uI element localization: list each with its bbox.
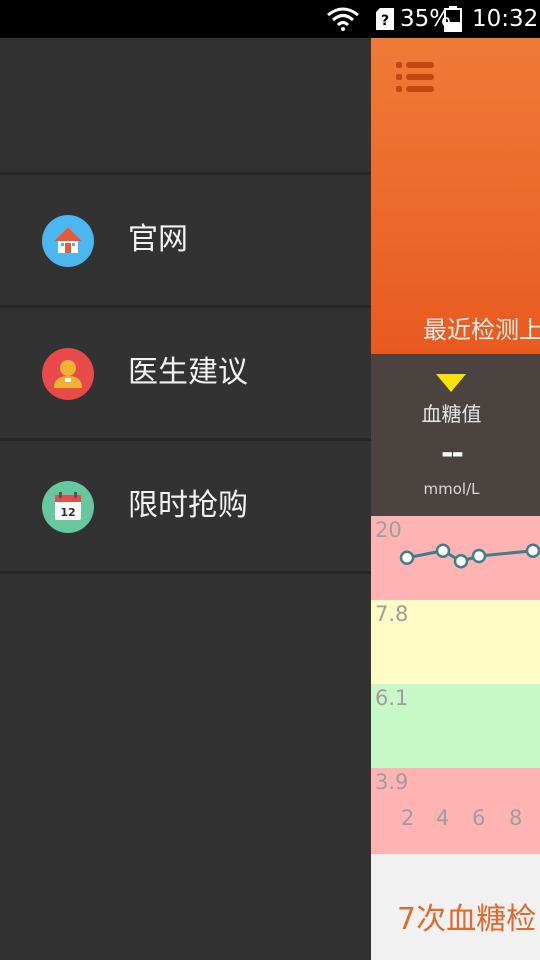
drawer-item-flash-sale[interactable]: 12 限时抢购	[0, 441, 371, 574]
test-count-card[interactable]: 7次血糖检	[371, 854, 540, 960]
reading-panel: 血糖值 -- mmol/L	[371, 354, 540, 516]
wifi-icon	[327, 7, 359, 31]
battery-icon	[444, 6, 462, 32]
app-screen: 官网 医生建议 12 限时抢购 最近检测上 血糖值 -- mmol/L 20 7…	[0, 38, 540, 960]
drawer-item-label: 官网	[128, 222, 188, 257]
main-content: 最近检测上 血糖值 -- mmol/L 20 7.8 6.1 3.9 2 4 6…	[371, 38, 540, 960]
glucose-data-point	[471, 548, 487, 564]
glucose-data-point	[453, 554, 469, 569]
glucose-data-point	[399, 550, 415, 565]
recent-test-text: 最近检测上	[423, 316, 540, 344]
drawer-header	[0, 38, 371, 175]
status-bar: ? 35% 10:32	[0, 0, 540, 38]
test-count-text: 7次血糖检	[397, 902, 537, 937]
selector-triangle-icon	[436, 374, 466, 392]
drawer-item-doctor-advice[interactable]: 医生建议	[0, 308, 371, 441]
calendar-icon: 12	[42, 481, 94, 533]
drawer-item-label: 医生建议	[128, 355, 248, 390]
glucose-data-point	[435, 543, 451, 558]
glucose-chart: 20 7.8 6.1 3.9 2 4 6 8	[371, 516, 540, 854]
list-menu-icon[interactable]	[396, 60, 434, 94]
calendar-day: 12	[60, 506, 75, 519]
reading-name: 血糖值	[421, 402, 482, 426]
drawer-item-label: 限时抢购	[128, 488, 248, 523]
navigation-drawer: 官网 医生建议 12 限时抢购	[0, 38, 371, 960]
reading-value: --	[441, 436, 464, 471]
svg-text:?: ?	[381, 13, 389, 29]
drawer-item-official-site[interactable]: 官网	[0, 175, 371, 308]
hero-panel: 最近检测上	[371, 38, 540, 354]
glucose-data-point	[525, 543, 540, 558]
doctor-icon	[42, 348, 94, 400]
home-icon	[42, 215, 94, 267]
clock: 10:32	[472, 6, 539, 32]
glucose-line	[399, 543, 540, 569]
reading-unit: mmol/L	[423, 480, 480, 498]
sim-unknown-icon: ?	[376, 8, 394, 30]
